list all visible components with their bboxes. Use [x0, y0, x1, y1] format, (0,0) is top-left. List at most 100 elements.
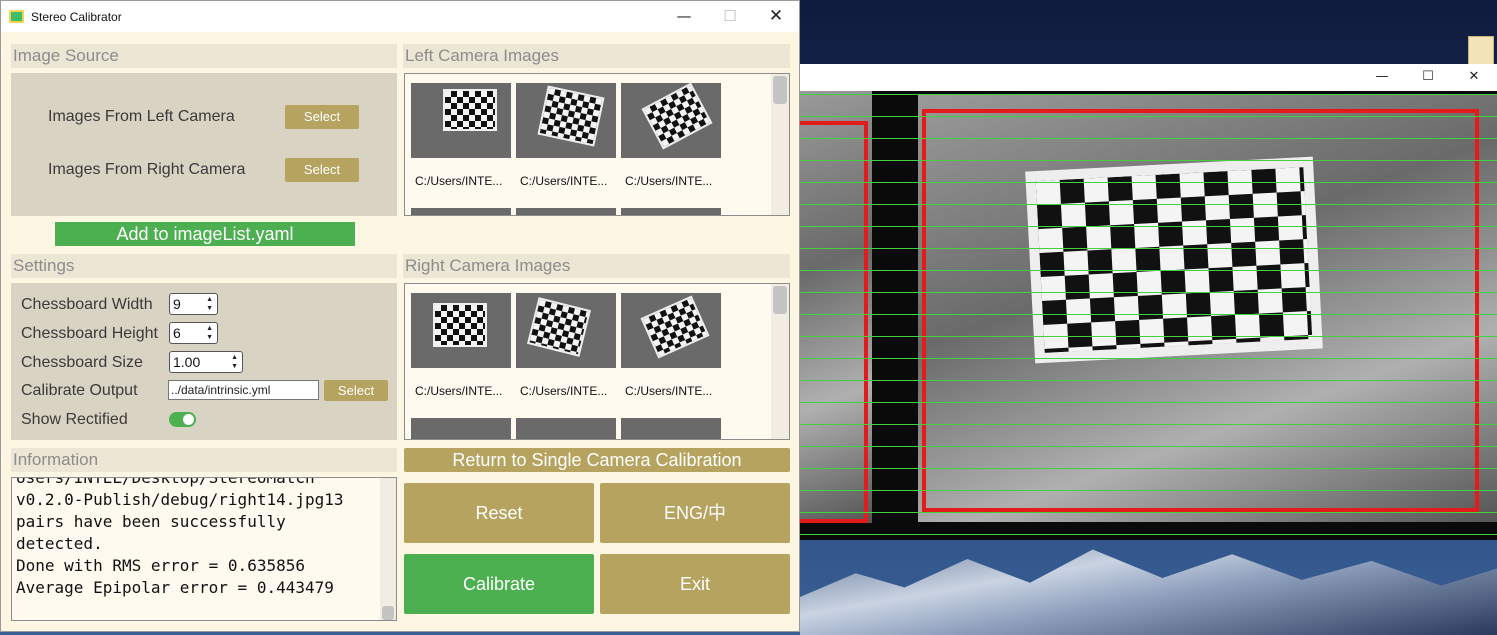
spinbox-arrows-icon[interactable]: ▲ ▼ [206, 295, 213, 313]
reset-button[interactable]: Reset [404, 483, 594, 543]
settings-panel: Chessboard Width 9 ▲ ▼ Chessboard Height … [11, 283, 397, 440]
epipolar-line [800, 314, 1497, 315]
information-log[interactable]: Users/INTEL/Desktop/StereoMatch v0.2.0-P… [11, 477, 397, 621]
scrollbar-thumb[interactable] [773, 286, 787, 314]
right-camera-label: Images From Right Camera [48, 161, 246, 178]
left-thumbnail[interactable] [516, 83, 616, 158]
scrollbar-thumb[interactable] [382, 606, 394, 620]
right-thumbnail[interactable] [516, 418, 616, 439]
minimize-button[interactable]: — [661, 1, 707, 32]
rectified-image-window: — ☐ ✕ [800, 64, 1497, 540]
epipolar-line [800, 204, 1497, 205]
epipolar-line [800, 94, 1497, 95]
epipolar-line [800, 270, 1497, 271]
chessboard-icon [640, 295, 710, 359]
image-source-panel: Images From Left Camera Select Images Fr… [11, 73, 397, 216]
epipolar-line [800, 116, 1497, 117]
left-thumbnail[interactable] [411, 208, 511, 215]
left-thumbnail[interactable] [516, 208, 616, 215]
show-rectified-label: Show Rectified [21, 411, 128, 428]
stereo-calibrator-window: Stereo Calibrator — ☐ ✕ Image Source Ima… [0, 0, 800, 632]
left-thumbnail[interactable] [411, 83, 511, 158]
calibrate-button[interactable]: Calibrate [404, 554, 594, 614]
window-titlebar: Stereo Calibrator — ☐ ✕ [1, 1, 799, 32]
right-valid-roi-box [922, 109, 1479, 512]
chessboard-size-value: 1.00 [173, 354, 201, 370]
epipolar-line [800, 512, 1497, 513]
left-thumbnail[interactable] [621, 83, 721, 158]
right-thumbnail[interactable] [621, 293, 721, 368]
scrollbar-thumb[interactable] [773, 76, 787, 104]
select-output-button[interactable]: Select [324, 380, 388, 401]
right-thumbnail[interactable] [621, 418, 721, 439]
information-scrollbar[interactable] [380, 478, 396, 620]
left-images-header: Left Camera Images [403, 44, 790, 68]
left-images-list[interactable]: C:/Users/INTE... C:/Users/INTE... C:/Use… [404, 73, 790, 216]
chessboard-width-value: 9 [173, 296, 181, 312]
epipolar-line [800, 182, 1497, 183]
right-thumbnail[interactable] [411, 418, 511, 439]
right-thumbnail[interactable] [516, 293, 616, 368]
right-thumbnail-caption: C:/Users/INTE... [520, 384, 608, 398]
epipolar-line [800, 336, 1497, 337]
desktop-file-icon[interactable] [1468, 36, 1494, 66]
window-title: Stereo Calibrator [31, 9, 122, 24]
epipolar-line [800, 248, 1497, 249]
information-header: Information [11, 448, 397, 472]
epipolar-line [800, 490, 1497, 491]
right-images-list[interactable]: C:/Users/INTE... C:/Users/INTE... C:/Use… [404, 283, 790, 440]
chessboard-width-spinbox[interactable]: 9 ▲ ▼ [169, 293, 218, 315]
app-camera-icon [9, 10, 24, 23]
chessboard-height-spinbox[interactable]: 6 ▲ ▼ [169, 322, 218, 344]
settings-header: Settings [11, 254, 397, 278]
epipolar-line [800, 358, 1497, 359]
select-right-images-button[interactable]: Select [285, 158, 359, 182]
epipolar-line [800, 380, 1497, 381]
spinbox-arrows-icon[interactable]: ▲ ▼ [206, 324, 213, 342]
right-thumbnail-caption: C:/Users/INTE... [415, 384, 503, 398]
right-images-scrollbar[interactable] [771, 284, 789, 439]
epipolar-line [800, 468, 1497, 469]
right-thumbnail-caption: C:/Users/INTE... [625, 384, 713, 398]
rectified-maximize-button[interactable]: ☐ [1405, 64, 1451, 91]
calibrate-output-label: Calibrate Output [21, 382, 138, 399]
chessboard-icon [526, 297, 592, 357]
left-thumbnail-caption: C:/Users/INTE... [625, 174, 713, 188]
chessboard-width-label: Chessboard Width [21, 296, 153, 313]
maximize-button[interactable]: ☐ [707, 1, 753, 32]
return-single-calibration-button[interactable]: Return to Single Camera Calibration [404, 448, 790, 472]
right-images-header: Right Camera Images [403, 254, 790, 278]
chessboard-icon [641, 83, 713, 150]
epipolar-line [800, 534, 1497, 535]
image-source-header: Image Source [11, 44, 397, 68]
left-thumbnail-caption: C:/Users/INTE... [520, 174, 608, 188]
chessboard-size-spinbox[interactable]: 1.00 ▲ ▼ [169, 351, 243, 373]
epipolar-line [800, 292, 1497, 293]
epipolar-line [800, 138, 1497, 139]
right-thumbnail[interactable] [411, 293, 511, 368]
language-toggle-button[interactable]: ENG/中 [600, 483, 790, 543]
left-thumbnail-caption: C:/Users/INTE... [415, 174, 503, 188]
rectified-close-button[interactable]: ✕ [1451, 64, 1497, 91]
epipolar-line [800, 402, 1497, 403]
rectified-minimize-button[interactable]: — [1359, 64, 1405, 91]
toggle-knob [183, 414, 194, 425]
chessboard-height-value: 6 [173, 325, 181, 341]
epipolar-line [800, 160, 1497, 161]
spinbox-arrows-icon[interactable]: ▲ ▼ [231, 353, 238, 371]
left-thumbnail[interactable] [621, 208, 721, 215]
chessboard-icon [537, 85, 605, 147]
chessboard-height-label: Chessboard Height [21, 325, 158, 342]
left-images-scrollbar[interactable] [771, 74, 789, 215]
rectified-window-titlebar: — ☐ ✕ [800, 64, 1497, 91]
epipolar-line [800, 424, 1497, 425]
add-to-imagelist-button[interactable]: Add to imageList.yaml [55, 222, 355, 246]
calibrate-output-field[interactable]: ../data/intrinsic.yml [168, 380, 319, 400]
exit-button[interactable]: Exit [600, 554, 790, 614]
show-rectified-toggle[interactable] [169, 412, 196, 427]
select-left-images-button[interactable]: Select [285, 105, 359, 129]
chessboard-icon [443, 89, 497, 131]
epipolar-line [800, 226, 1497, 227]
epipolar-line [800, 446, 1497, 447]
close-button[interactable]: ✕ [753, 1, 799, 32]
